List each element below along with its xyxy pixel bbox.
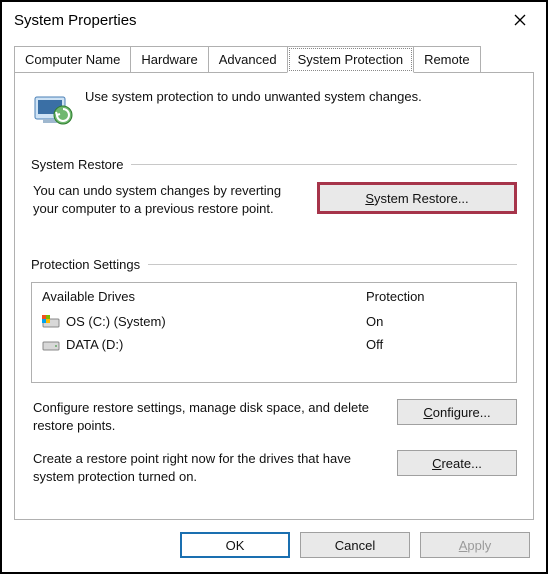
create-description: Create a restore point right now for the… (31, 450, 383, 485)
protection-settings-heading-label: Protection Settings (31, 257, 140, 272)
drives-table: Available Drives Protection OS (31, 282, 517, 383)
titlebar: System Properties (2, 2, 546, 38)
intro-row: Use system protection to undo unwanted s… (31, 87, 517, 129)
column-protection: Protection (356, 283, 516, 310)
tabs-row: Computer Name Hardware Advanced System P… (14, 46, 534, 72)
intro-text: Use system protection to undo unwanted s… (85, 87, 422, 104)
drive-protection-status: On (356, 310, 516, 333)
dialog-footer: OK Cancel Apply (2, 520, 546, 572)
close-button[interactable] (500, 6, 540, 34)
drive-protection-status: Off (356, 333, 516, 356)
apply-button[interactable]: Apply (420, 532, 530, 558)
divider (148, 264, 517, 265)
system-restore-heading-label: System Restore (31, 157, 123, 172)
cancel-button[interactable]: Cancel (300, 532, 410, 558)
close-icon (514, 14, 526, 26)
tab-computer-name[interactable]: Computer Name (14, 46, 131, 72)
protection-settings-heading: Protection Settings (31, 257, 517, 272)
system-restore-description: You can undo system changes by reverting… (31, 182, 299, 217)
window-title: System Properties (14, 12, 137, 29)
tab-advanced[interactable]: Advanced (208, 46, 288, 72)
system-properties-dialog: System Properties Computer Name Hardware… (0, 0, 548, 574)
drive-os-icon (42, 315, 60, 329)
system-protection-icon (31, 87, 73, 129)
system-restore-button[interactable]: System Restore... (317, 182, 517, 214)
tab-remote[interactable]: Remote (413, 46, 481, 72)
tab-hardware[interactable]: Hardware (130, 46, 208, 72)
drives-table-body: OS (C:) (System) On DATA (D:) Off (32, 310, 516, 382)
drive-name: DATA (D:) (66, 337, 123, 352)
tab-panel-system-protection: Use system protection to undo unwanted s… (14, 72, 534, 520)
system-restore-heading: System Restore (31, 157, 517, 172)
create-block: Create a restore point right now for the… (31, 450, 517, 485)
divider (131, 164, 517, 165)
table-row[interactable]: OS (C:) (System) On (32, 310, 516, 333)
system-restore-block: You can undo system changes by reverting… (31, 182, 517, 217)
configure-button[interactable]: Configure... (397, 399, 517, 425)
ok-button[interactable]: OK (180, 532, 290, 558)
table-row[interactable]: DATA (D:) Off (32, 333, 516, 356)
create-button[interactable]: Create... (397, 450, 517, 476)
drive-icon (42, 338, 60, 352)
configure-block: Configure restore settings, manage disk … (31, 399, 517, 434)
configure-description: Configure restore settings, manage disk … (31, 399, 383, 434)
tab-system-protection[interactable]: System Protection (287, 46, 415, 73)
column-available-drives: Available Drives (32, 283, 356, 310)
drives-table-header: Available Drives Protection (32, 283, 516, 310)
drive-name: OS (C:) (System) (66, 314, 166, 329)
